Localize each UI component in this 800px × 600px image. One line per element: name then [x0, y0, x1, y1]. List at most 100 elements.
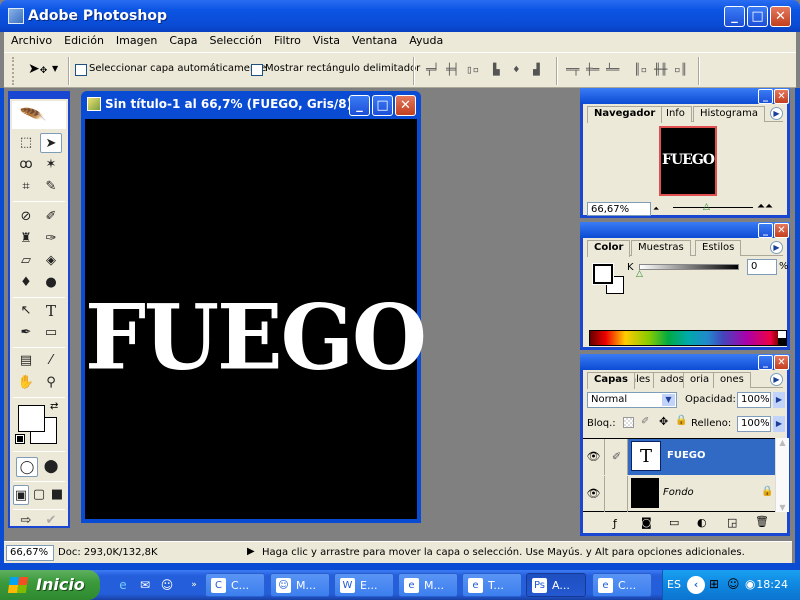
marquee-tool-icon[interactable]: ⬚ — [15, 133, 37, 153]
clock[interactable]: 18:24 — [756, 578, 788, 591]
foreground-color-swatch[interactable] — [18, 405, 45, 432]
path-selection-tool-icon[interactable]: ↖ — [15, 301, 37, 321]
rectangle-tool-icon[interactable]: ▭ — [40, 323, 62, 343]
type-tool-icon[interactable]: T — [40, 301, 62, 321]
tab-acciones[interactable]: ones — [713, 372, 751, 388]
layer-style-icon[interactable]: ƒ — [613, 517, 617, 530]
notes-tool-icon[interactable]: ▤ — [15, 351, 37, 371]
layer-name[interactable]: FUEGO — [667, 450, 706, 461]
panel-minimize-button[interactable]: _ — [758, 223, 773, 238]
navigator-zoom-field[interactable]: 66,67% — [587, 202, 651, 216]
adjustment-layer-icon[interactable]: ◐ — [697, 516, 707, 529]
status-menu-arrow-icon[interactable]: ▶ — [247, 546, 255, 557]
layer-row-fuego[interactable]: 👁 ✐ T FUEGO — [583, 439, 775, 475]
menu-archivo[interactable]: Archivo — [4, 32, 57, 47]
tab-muestras[interactable]: Muestras — [631, 240, 691, 256]
move-tool-icon[interactable]: ➤ — [40, 133, 62, 153]
eraser-tool-icon[interactable]: ▱ — [15, 251, 37, 271]
tab-historia[interactable]: oria — [683, 372, 717, 388]
pen-tool-icon[interactable]: ✒ — [15, 323, 37, 343]
crop-tool-icon[interactable]: ⌗ — [15, 177, 37, 197]
panel-titlebar[interactable]: _ ✕ — [580, 222, 790, 238]
zoom-out-icon[interactable]: ⏶ — [653, 204, 659, 214]
panel-menu-button[interactable]: ▶ — [770, 373, 783, 386]
dodge-tool-icon[interactable]: ● — [40, 273, 62, 293]
standard-mode-icon[interactable]: ◯ — [16, 457, 38, 477]
show-hidden-icons-button[interactable]: ‹ — [687, 576, 705, 594]
outlook-express-icon[interactable]: ✉ — [137, 577, 153, 593]
trash-icon[interactable]: 🗑 — [755, 515, 769, 528]
tab-histograma[interactable]: Histograma — [693, 106, 766, 122]
fill-field[interactable]: 100% — [737, 416, 771, 432]
new-layer-icon[interactable]: ◲ — [727, 516, 737, 529]
panel-close-button[interactable]: ✕ — [774, 355, 789, 370]
k-value-field[interactable]: 0 — [747, 259, 777, 275]
messenger-icon[interactable]: ☺ — [159, 577, 175, 593]
link-empty[interactable] — [606, 476, 628, 512]
zoom-tool-icon[interactable]: ⚲ — [40, 373, 62, 393]
panel-close-button[interactable]: ✕ — [774, 89, 789, 104]
align-bottom-icon[interactable]: ▯▫ — [466, 63, 479, 76]
healing-brush-tool-icon[interactable]: ⊘ — [15, 207, 37, 227]
default-colors-icon[interactable] — [15, 434, 25, 444]
slice-tool-icon[interactable]: ✎ — [40, 177, 62, 197]
start-button[interactable]: Inicio — [0, 570, 100, 600]
grip-handle[interactable] — [12, 57, 14, 85]
brush-tool-icon[interactable]: ✐ — [40, 207, 62, 227]
distribute-top-icon[interactable]: ═╤ — [566, 63, 579, 76]
menu-ayuda[interactable]: Ayuda — [402, 32, 448, 47]
panel-menu-button[interactable]: ▶ — [770, 107, 783, 120]
hand-tool-icon[interactable]: ✋ — [15, 373, 37, 393]
move-tool-icon[interactable]: ➤✥ — [28, 61, 47, 77]
eyedropper-tool-icon[interactable]: ⁄ — [40, 351, 62, 371]
taskbar-button[interactable]: e M... — [398, 573, 458, 597]
scroll-up-icon[interactable]: ▲ — [776, 438, 789, 447]
tool-preset-dropdown-icon[interactable]: ▼ — [52, 64, 58, 73]
panel-minimize-button[interactable]: _ — [758, 89, 773, 104]
add-mask-icon[interactable]: ◙ — [641, 516, 652, 529]
lock-all-icon[interactable]: 🔒 — [675, 415, 687, 426]
brush-link-icon[interactable]: ✐ — [606, 439, 628, 475]
tab-info[interactable]: Info — [659, 106, 692, 122]
taskbar-button[interactable]: e T... — [462, 573, 522, 597]
history-brush-tool-icon[interactable]: ✑ — [40, 229, 62, 249]
distribute-vertical-center-icon[interactable]: ╪═ — [586, 63, 599, 76]
lock-image-icon[interactable]: ✐ — [641, 416, 649, 427]
internet-explorer-icon[interactable]: e — [115, 577, 131, 593]
tab-estilos[interactable]: Estilos — [695, 240, 742, 256]
more-quicklaunch-icon[interactable]: » — [186, 577, 202, 593]
align-horizontal-center-icon[interactable]: ♦ — [513, 63, 520, 76]
scroll-down-icon[interactable]: ▼ — [776, 503, 789, 512]
menu-filtro[interactable]: Filtro — [267, 32, 306, 47]
status-zoom-field[interactable]: 66,67% — [6, 545, 54, 561]
panel-menu-button[interactable]: ▶ — [770, 241, 783, 254]
panel-titlebar[interactable]: _ ✕ — [580, 88, 790, 104]
tab-color[interactable]: Color — [587, 240, 631, 257]
show-bounding-checkbox[interactable] — [251, 64, 263, 76]
taskbar-button[interactable]: C C... — [205, 573, 265, 597]
menu-capa[interactable]: Capa — [162, 32, 202, 47]
menu-edicion[interactable]: Edición — [57, 32, 109, 47]
language-indicator[interactable]: ES — [667, 578, 681, 591]
align-right-icon[interactable]: ▟ — [533, 63, 540, 76]
taskbar-button-active[interactable]: Ps A... — [526, 573, 586, 597]
k-slider-handle[interactable]: △ — [636, 269, 643, 279]
paint-bucket-tool-icon[interactable]: ◈ — [40, 251, 62, 271]
menu-ventana[interactable]: Ventana — [345, 32, 402, 47]
distribute-bottom-icon[interactable]: ╧═ — [606, 63, 619, 76]
zoom-slider-handle[interactable]: △ — [703, 202, 710, 212]
clone-stamp-tool-icon[interactable]: ♜ — [15, 229, 37, 249]
minimize-button[interactable]: _ — [724, 6, 745, 27]
blur-tool-icon[interactable]: ♦ — [15, 273, 37, 293]
panel-minimize-button[interactable]: _ — [758, 355, 773, 370]
lock-position-icon[interactable]: ✥ — [659, 415, 668, 428]
messenger-tray-icon[interactable]: ☺ — [727, 577, 740, 591]
magic-wand-tool-icon[interactable]: ✶ — [40, 155, 62, 175]
menu-seleccion[interactable]: Selección — [203, 32, 267, 47]
distribute-right-icon[interactable]: ▫║ — [674, 63, 687, 76]
color-ramp[interactable] — [589, 330, 787, 346]
zoom-in-icon[interactable]: ⏶⏶ — [757, 201, 773, 212]
menu-vista[interactable]: Vista — [306, 32, 345, 47]
full-screen-mode-icon[interactable]: ■ — [49, 485, 65, 505]
zoom-slider-track[interactable] — [673, 207, 753, 208]
